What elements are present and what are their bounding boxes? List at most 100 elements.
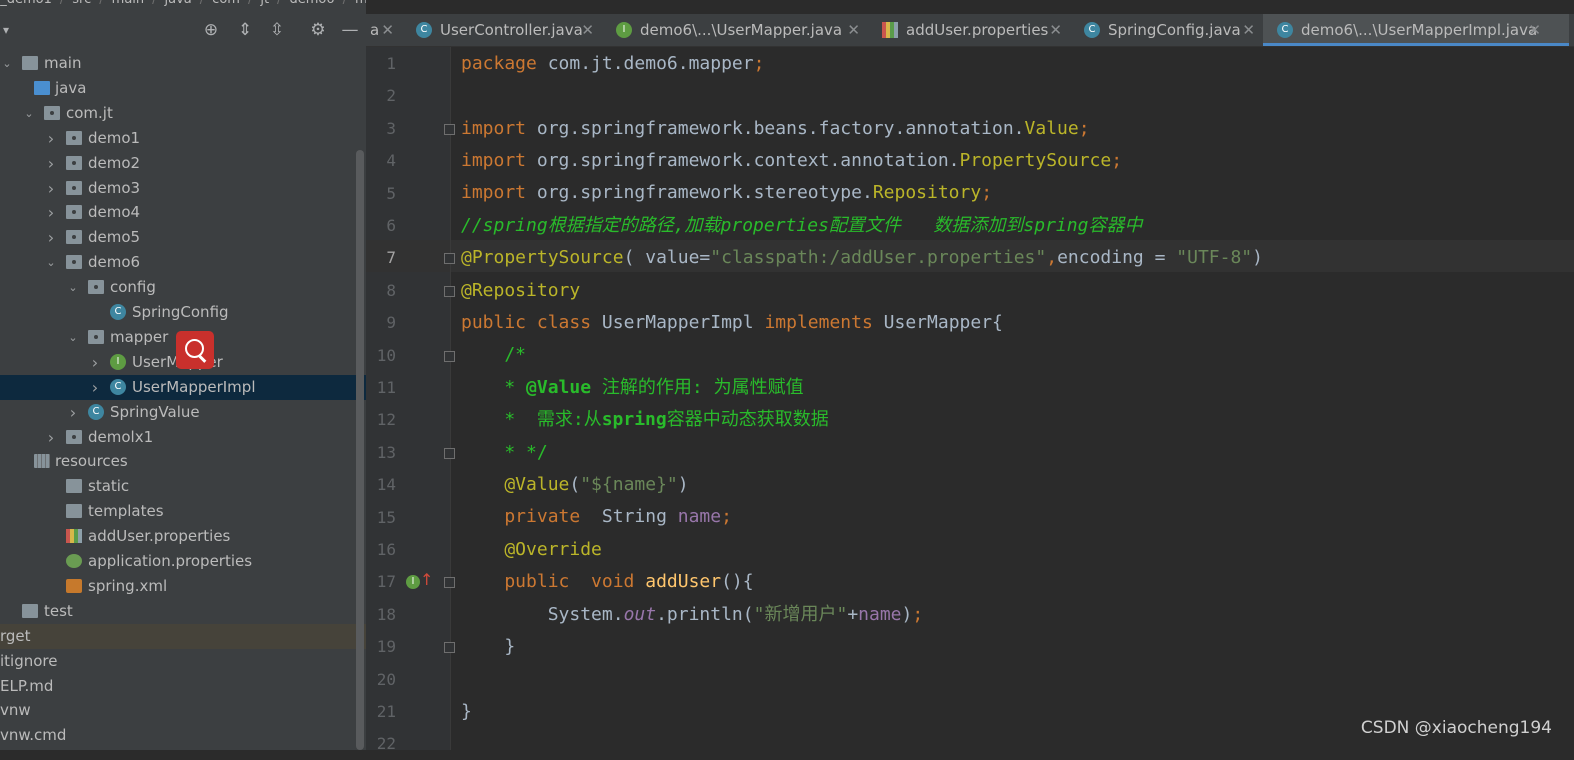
code-line-9: public class UserMapperImpl implements U… <box>461 312 1003 333</box>
tree-item[interactable]: itignore <box>0 649 366 674</box>
properties-file-icon <box>882 22 898 38</box>
editor-tab[interactable]: Cdemo6\...\UserMapperImpl.java ✕ <box>1263 14 1569 46</box>
chevron-down-icon[interactable]: ⌄ <box>66 275 80 300</box>
breadcrumb-item[interactable]: java <box>165 0 192 7</box>
tree-item[interactable]: › C UserMapperImpl <box>0 374 366 400</box>
breadcrumb-item[interactable]: com <box>212 0 240 7</box>
hide-icon[interactable]: — <box>338 18 362 42</box>
code-line-21: } <box>461 701 472 722</box>
tree-item[interactable]: C SpringConfig <box>0 300 366 325</box>
tree-item[interactable]: static <box>0 474 366 499</box>
close-icon[interactable]: ✕ <box>381 14 394 46</box>
collapse-all-icon[interactable]: ⇳ <box>265 18 289 42</box>
chevron-right-icon[interactable]: › <box>44 151 58 176</box>
tree-item[interactable]: vnw <box>0 698 366 723</box>
code-editor[interactable]: 1 2 3 4 5 6 7 8 9 10 11 12 13 14 15 16 17 18 19 20 21 22 I ↑ … <box>366 47 1574 753</box>
chevron-right-icon[interactable]: › <box>44 200 58 225</box>
up-arrow-icon[interactable]: ↑ <box>420 570 433 589</box>
editor-tab[interactable]: C UserController.java ✕ <box>402 14 602 46</box>
fold-marker-icon[interactable] <box>444 350 455 362</box>
close-icon[interactable]: ✕ <box>1049 14 1062 46</box>
tree-item[interactable]: › demo5 <box>0 225 366 250</box>
dropdown-arrow-icon[interactable]: ▾ <box>0 18 18 42</box>
properties-file-icon <box>66 529 82 544</box>
chevron-right-icon[interactable]: › <box>88 350 102 375</box>
breadcrumb-item[interactable]: jt <box>260 0 269 7</box>
tree-item[interactable]: › demo3 <box>0 176 366 201</box>
chevron-right-icon[interactable]: › <box>66 400 80 425</box>
fold-marker-icon[interactable] <box>444 577 455 589</box>
line-number: 15 <box>376 507 396 527</box>
package-icon <box>44 105 60 120</box>
tree-item[interactable]: rget <box>0 623 366 649</box>
editor-tab[interactable]: a ✕ <box>366 14 402 46</box>
tree-item[interactable]: java <box>0 76 366 101</box>
locate-icon[interactable]: ⊕ <box>199 18 223 42</box>
editor-tab[interactable]: Idemo6\...\UserMapper.java ✕ <box>602 14 868 46</box>
tree-item[interactable]: addUser.properties <box>0 524 366 549</box>
chevron-down-icon[interactable]: ⌄ <box>44 250 58 275</box>
code-line-19: } <box>461 636 516 657</box>
tab-label: UserController.java <box>440 21 583 39</box>
fold-marker-icon[interactable] <box>444 123 455 135</box>
tree-item[interactable]: spring.xml <box>0 574 366 599</box>
breadcrumb-item[interactable]: g_demo1 <box>0 0 52 7</box>
tree-item[interactable]: application.properties <box>0 549 366 574</box>
breadcrumb-item[interactable]: demo6 <box>289 0 334 7</box>
tree-item[interactable]: ⌄ demo6 <box>0 250 366 275</box>
tree-item[interactable]: ⌄ main <box>0 51 366 76</box>
chevron-right-icon[interactable]: › <box>88 375 102 400</box>
resources-folder-icon <box>34 454 50 469</box>
class-icon: C <box>110 304 126 320</box>
fold-marker-icon[interactable] <box>444 253 455 265</box>
settings-icon[interactable]: ⚙ <box>306 18 330 42</box>
breadcrumb-item[interactable]: src <box>72 0 91 7</box>
close-icon[interactable]: ✕ <box>1242 14 1255 46</box>
search-icon[interactable] <box>176 331 214 369</box>
chevron-right-icon[interactable]: › <box>44 176 58 201</box>
tree-item[interactable]: › demo1 <box>0 126 366 151</box>
tree-item[interactable]: › C SpringValue <box>0 400 366 425</box>
fold-marker-icon[interactable] <box>444 447 455 459</box>
chevron-right-icon[interactable]: › <box>44 126 58 151</box>
tree-item[interactable]: ⌄ config <box>0 275 366 300</box>
chevron-down-icon[interactable]: ⌄ <box>22 101 36 126</box>
package-icon <box>88 329 104 344</box>
tree-item-label: java <box>55 78 87 97</box>
tree-item[interactable]: › demo2 <box>0 151 366 176</box>
tree-item-label: main <box>44 54 82 72</box>
tree-item[interactable]: templates <box>0 499 366 524</box>
code-line-15: private String name; <box>461 506 732 527</box>
project-scrollbar[interactable] <box>356 150 364 750</box>
editor-tab[interactable]: C SpringConfig.java ✕ <box>1070 14 1263 46</box>
tree-item[interactable]: vnw.cmd <box>0 723 366 748</box>
close-icon[interactable]: ✕ <box>1528 14 1541 46</box>
breadcrumb-item[interactable]: mapper <box>355 0 366 7</box>
chevron-down-icon[interactable]: ⌄ <box>0 51 14 76</box>
package-icon <box>88 280 104 295</box>
close-icon[interactable]: ✕ <box>581 14 594 46</box>
expand-all-icon[interactable]: ⇕ <box>233 18 257 42</box>
tree-item[interactable]: ⌄ com.jt <box>0 101 366 126</box>
tree-item[interactable]: resources <box>0 449 366 474</box>
tree-item[interactable]: ELP.md <box>0 674 366 699</box>
chevron-right-icon[interactable]: › <box>44 225 58 250</box>
code-line-12: * 需求:从spring容器中动态获取数据 <box>461 409 829 430</box>
chevron-right-icon[interactable]: › <box>44 425 58 450</box>
tree-item[interactable]: › demolx1 <box>0 425 366 450</box>
project-toolbar: ▾ ⊕ ⇕ ⇳ ⚙ — <box>0 14 366 46</box>
tree-item[interactable]: test <box>0 599 366 624</box>
breadcrumb-item[interactable]: main <box>112 0 144 7</box>
implementation-marker-icon[interactable]: I <box>406 575 420 589</box>
line-number: 17 <box>376 572 396 592</box>
code-line-16: @Override <box>461 539 602 560</box>
fold-marker-icon[interactable] <box>444 285 455 297</box>
fold-marker-icon[interactable] <box>444 642 455 654</box>
tree-item[interactable]: › demo4 <box>0 200 366 225</box>
breadcrumb-separator: / <box>277 0 281 7</box>
tree-item-label: vnw <box>0 701 31 720</box>
editor-tab[interactable]: addUser.properties ✕ <box>868 14 1070 46</box>
tab-label: demo6\...\UserMapper.java <box>640 21 843 39</box>
close-icon[interactable]: ✕ <box>847 14 860 46</box>
chevron-down-icon[interactable]: ⌄ <box>66 325 80 350</box>
